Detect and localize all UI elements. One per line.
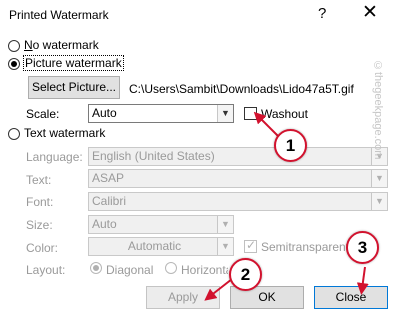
annotation-callout-1: 1: [274, 129, 307, 162]
arrow-1: [253, 111, 279, 137]
arrow-3: [356, 266, 369, 295]
annotation-arrows: [204, 111, 369, 301]
arrow-2: [204, 278, 233, 301]
annotation-callout-2: 2: [229, 258, 262, 291]
annotation-callout-3: 3: [346, 231, 379, 264]
